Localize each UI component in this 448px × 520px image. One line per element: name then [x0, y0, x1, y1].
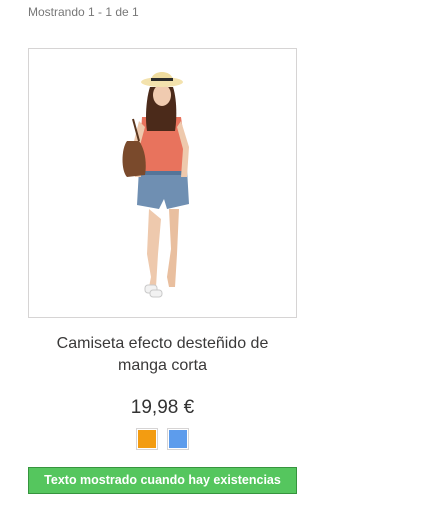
product-name-link[interactable]: Camiseta efecto desteñido de manga corta: [28, 333, 297, 377]
color-swatch-orange[interactable]: [136, 428, 159, 450]
product-card: Camiseta efecto desteñido de manga corta…: [28, 48, 297, 494]
results-count: Mostrando 1 - 1 de 1: [28, 5, 139, 19]
product-price: 19,98 €: [130, 397, 195, 418]
color-swatch-blue[interactable]: [166, 428, 189, 450]
swatch-fill: [168, 430, 187, 448]
swatch-fill: [138, 430, 157, 448]
availability-badge: Texto mostrado cuando hay existencias: [28, 467, 297, 494]
product-photo-model: [29, 49, 296, 317]
color-swatches: [28, 428, 297, 454]
product-image[interactable]: [28, 48, 297, 318]
